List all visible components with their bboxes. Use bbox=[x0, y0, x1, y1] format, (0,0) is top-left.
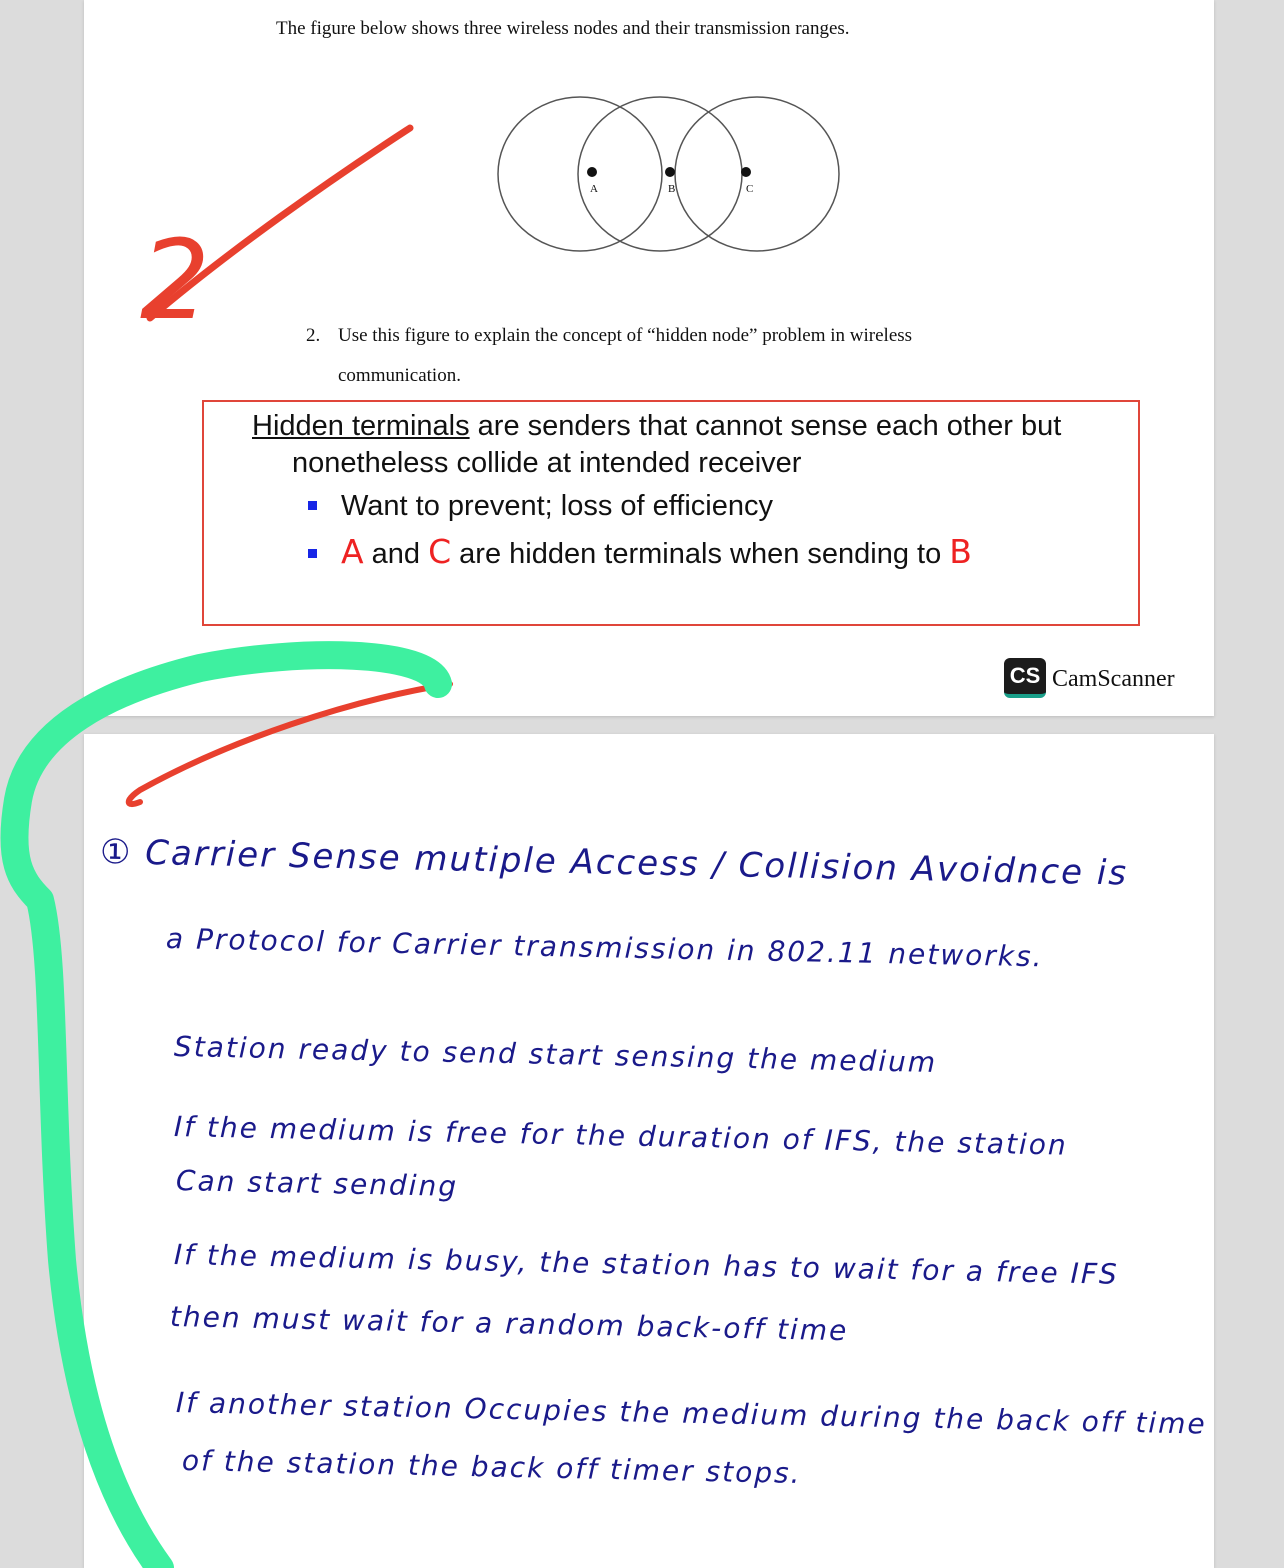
red-check-mark-bottom bbox=[125, 681, 453, 808]
annotation-overlay: 2 bbox=[0, 124, 453, 1568]
green-highlight-stroke bbox=[0, 641, 452, 1568]
grade-mark: 2 bbox=[140, 216, 210, 344]
